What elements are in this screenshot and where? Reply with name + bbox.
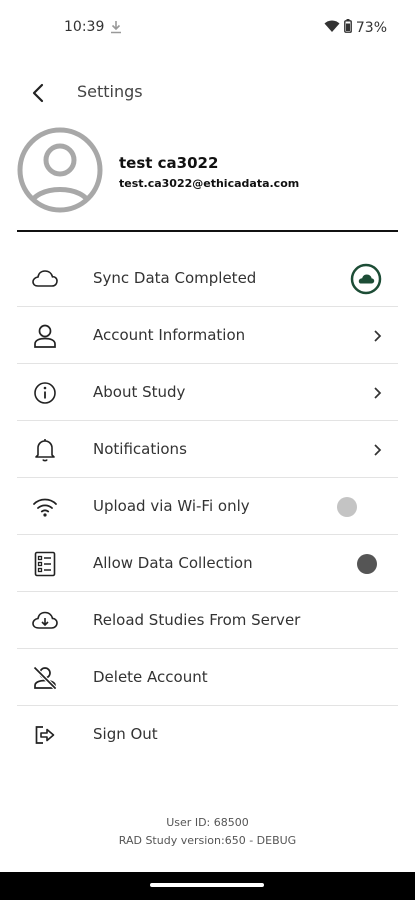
menu-label: Sign Out — [93, 725, 158, 743]
back-arrow-icon — [32, 83, 44, 103]
cloud-download-icon — [31, 607, 59, 635]
sync-data-item[interactable]: Sync Data Completed — [17, 250, 398, 307]
delete-account-item[interactable]: Delete Account — [17, 649, 398, 706]
menu-label: Delete Account — [93, 668, 208, 686]
back-button[interactable] — [24, 78, 54, 108]
app-footer: User ID: 68500 RAD Study version:650 - D… — [0, 814, 415, 850]
about-study-item[interactable]: About Study — [17, 364, 398, 421]
person-off-icon — [31, 664, 59, 692]
profile-name: test ca3022 — [119, 154, 219, 172]
menu-label: Account Information — [93, 326, 246, 344]
info-icon — [31, 379, 59, 407]
user-id-text: User ID: 68500 — [166, 816, 249, 829]
menu-label: Notifications — [93, 440, 187, 458]
wifi-only-toggle[interactable] — [336, 492, 358, 522]
wifi-icon — [31, 493, 59, 521]
avatar-person-icon — [17, 127, 103, 213]
checklist-icon — [31, 550, 59, 578]
sync-status-badge — [350, 263, 382, 295]
notifications-item[interactable]: Notifications — [17, 421, 398, 478]
account-information-item[interactable]: Account Information — [17, 307, 398, 364]
profile-header: test ca3022 test.ca3022@ethicadata.com — [16, 126, 406, 216]
battery-percent: 73% — [355, 20, 387, 36]
menu-label: Allow Data Collection — [93, 554, 253, 572]
cloud-icon — [31, 265, 59, 293]
sign-out-icon — [31, 721, 59, 749]
menu-label: Upload via Wi-Fi only — [93, 497, 250, 515]
system-nav-bar — [0, 872, 415, 900]
battery-icon — [343, 19, 352, 37]
settings-list: Sync Data Completed Account Information … — [17, 250, 398, 763]
app-bar: Settings — [0, 70, 415, 114]
status-time: 10:39 — [64, 19, 105, 35]
chevron-right-icon — [372, 435, 382, 465]
chevron-right-icon — [372, 378, 382, 408]
person-icon — [31, 322, 59, 350]
home-gesture-handle[interactable] — [150, 883, 264, 887]
allow-data-collection-item[interactable]: Allow Data Collection — [17, 535, 398, 592]
chevron-right-icon — [372, 321, 382, 351]
avatar — [16, 126, 104, 214]
sign-out-item[interactable]: Sign Out — [17, 706, 398, 763]
data-collection-toggle[interactable] — [356, 549, 378, 579]
profile-divider — [17, 230, 398, 232]
menu-label: Sync Data Completed — [93, 269, 257, 287]
reload-studies-item[interactable]: Reload Studies From Server — [17, 592, 398, 649]
download-icon — [110, 19, 122, 38]
menu-label: About Study — [93, 383, 186, 401]
bell-icon — [31, 436, 59, 464]
sync-cloud-icon — [350, 263, 382, 295]
menu-label: Reload Studies From Server — [93, 611, 301, 629]
wifi-signal-icon — [324, 20, 340, 37]
page-title: Settings — [77, 82, 143, 101]
status-bar: 10:39 73% — [0, 0, 415, 56]
status-indicators: 73% — [324, 19, 387, 37]
upload-wifi-only-item[interactable]: Upload via Wi-Fi only — [17, 478, 398, 535]
profile-email: test.ca3022@ethicadata.com — [119, 177, 300, 190]
version-text: RAD Study version:650 - DEBUG — [118, 834, 297, 847]
